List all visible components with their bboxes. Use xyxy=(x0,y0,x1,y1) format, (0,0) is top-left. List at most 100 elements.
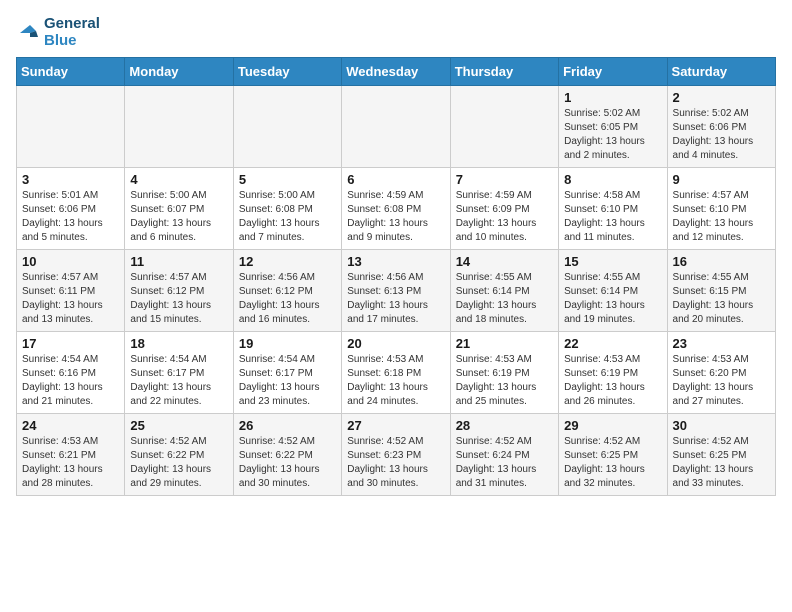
day-info: Sunrise: 4:57 AM Sunset: 6:11 PM Dayligh… xyxy=(22,271,119,327)
day-number: 5 xyxy=(239,172,336,187)
day-cell: 28 Sunrise: 4:52 AM Sunset: 6:24 PM Dayli… xyxy=(450,414,558,496)
day-number: 14 xyxy=(456,254,553,269)
day-info: Sunrise: 4:53 AM Sunset: 6:20 PM Dayligh… xyxy=(673,353,770,409)
day-cell: 16 Sunrise: 4:55 AM Sunset: 6:15 PM Dayli… xyxy=(667,250,775,332)
logo-bird-icon xyxy=(16,21,40,45)
logo: GeneralBlue xyxy=(16,16,100,49)
day-info: Sunrise: 4:53 AM Sunset: 6:19 PM Dayligh… xyxy=(456,353,553,409)
day-info: Sunrise: 4:56 AM Sunset: 6:13 PM Dayligh… xyxy=(347,271,444,327)
day-cell: 10 Sunrise: 4:57 AM Sunset: 6:11 PM Dayli… xyxy=(17,250,125,332)
day-cell: 17Sunrise: 4:54 AM Sunset: 6:16 PM Dayli… xyxy=(17,332,125,414)
week-row-2: 3 Sunrise: 5:01 AM Sunset: 6:06 PM Daylig… xyxy=(17,168,776,250)
day-cell: 12 Sunrise: 4:56 AM Sunset: 6:12 PM Dayli… xyxy=(233,250,341,332)
day-cell: 15Sunrise: 4:55 AM Sunset: 6:14 PM Dayli… xyxy=(559,250,667,332)
day-cell xyxy=(125,86,233,168)
day-cell: 21 Sunrise: 4:53 AM Sunset: 6:19 PM Dayli… xyxy=(450,332,558,414)
day-number: 23 xyxy=(673,336,770,351)
day-number: 2 xyxy=(673,90,770,105)
weekday-header-saturday: Saturday xyxy=(667,58,775,86)
day-cell: 6 Sunrise: 4:59 AM Sunset: 6:08 PM Daylig… xyxy=(342,168,450,250)
day-info: Sunrise: 5:02 AM Sunset: 6:06 PM Dayligh… xyxy=(673,107,770,163)
weekday-header-monday: Monday xyxy=(125,58,233,86)
day-cell: 4 Sunrise: 5:00 AM Sunset: 6:07 PM Daylig… xyxy=(125,168,233,250)
week-row-5: 24 Sunrise: 4:53 AM Sunset: 6:21 PM Dayli… xyxy=(17,414,776,496)
day-cell: 5 Sunrise: 5:00 AM Sunset: 6:08 PM Daylig… xyxy=(233,168,341,250)
week-row-1: 1 Sunrise: 5:02 AM Sunset: 6:05 PM Daylig… xyxy=(17,86,776,168)
day-info: Sunrise: 4:55 AM Sunset: 6:14 PM Dayligh… xyxy=(456,271,553,327)
day-info: Sunrise: 4:53 AM Sunset: 6:21 PM Dayligh… xyxy=(22,435,119,491)
day-cell: 23 Sunrise: 4:53 AM Sunset: 6:20 PM Dayli… xyxy=(667,332,775,414)
day-info: Sunrise: 5:00 AM Sunset: 6:07 PM Dayligh… xyxy=(130,189,227,245)
weekday-header-sunday: Sunday xyxy=(17,58,125,86)
day-info: Sunrise: 4:52 AM Sunset: 6:24 PM Dayligh… xyxy=(456,435,553,491)
day-number: 16 xyxy=(673,254,770,269)
day-info: Sunrise: 4:52 AM Sunset: 6:25 PM Dayligh… xyxy=(564,435,661,491)
day-number: 30 xyxy=(673,418,770,433)
day-info: Sunrise: 4:53 AM Sunset: 6:18 PM Dayligh… xyxy=(347,353,444,409)
day-info: Sunrise: 4:56 AM Sunset: 6:12 PM Dayligh… xyxy=(239,271,336,327)
day-info: Sunrise: 4:52 AM Sunset: 6:22 PM Dayligh… xyxy=(130,435,227,491)
day-number: 6 xyxy=(347,172,444,187)
weekday-header-row: SundayMondayTuesdayWednesdayThursdayFrid… xyxy=(17,58,776,86)
day-cell: 30 Sunrise: 4:52 AM Sunset: 6:25 PM Dayli… xyxy=(667,414,775,496)
weekday-header-tuesday: Tuesday xyxy=(233,58,341,86)
day-number: 24 xyxy=(22,418,119,433)
day-info: Sunrise: 4:54 AM Sunset: 6:17 PM Dayligh… xyxy=(239,353,336,409)
day-info: Sunrise: 4:54 AM Sunset: 6:17 PM Dayligh… xyxy=(130,353,227,409)
day-cell: 29 Sunrise: 4:52 AM Sunset: 6:25 PM Dayli… xyxy=(559,414,667,496)
day-cell: 14 Sunrise: 4:55 AM Sunset: 6:14 PM Dayli… xyxy=(450,250,558,332)
day-cell xyxy=(17,86,125,168)
day-cell: 25 Sunrise: 4:52 AM Sunset: 6:22 PM Dayli… xyxy=(125,414,233,496)
day-number: 29 xyxy=(564,418,661,433)
weekday-header-friday: Friday xyxy=(559,58,667,86)
page-header: GeneralBlue xyxy=(16,16,776,49)
day-cell: 27Sunrise: 4:52 AM Sunset: 6:23 PM Dayli… xyxy=(342,414,450,496)
logo-general: General xyxy=(44,16,100,33)
day-cell xyxy=(233,86,341,168)
day-info: Sunrise: 5:01 AM Sunset: 6:06 PM Dayligh… xyxy=(22,189,119,245)
day-number: 28 xyxy=(456,418,553,433)
day-number: 3 xyxy=(22,172,119,187)
day-number: 19 xyxy=(239,336,336,351)
day-cell: 18 Sunrise: 4:54 AM Sunset: 6:17 PM Dayli… xyxy=(125,332,233,414)
day-info: Sunrise: 5:02 AM Sunset: 6:05 PM Dayligh… xyxy=(564,107,661,163)
day-cell: 2 Sunrise: 5:02 AM Sunset: 6:06 PM Daylig… xyxy=(667,86,775,168)
day-cell: 19 Sunrise: 4:54 AM Sunset: 6:17 PM Dayli… xyxy=(233,332,341,414)
day-number: 7 xyxy=(456,172,553,187)
day-cell: 9Sunrise: 4:57 AM Sunset: 6:10 PM Daylig… xyxy=(667,168,775,250)
day-cell: 22 Sunrise: 4:53 AM Sunset: 6:19 PM Dayli… xyxy=(559,332,667,414)
day-number: 25 xyxy=(130,418,227,433)
day-number: 20 xyxy=(347,336,444,351)
day-info: Sunrise: 4:52 AM Sunset: 6:25 PM Dayligh… xyxy=(673,435,770,491)
day-cell: 13Sunrise: 4:56 AM Sunset: 6:13 PM Dayli… xyxy=(342,250,450,332)
day-cell: 20 Sunrise: 4:53 AM Sunset: 6:18 PM Dayli… xyxy=(342,332,450,414)
day-info: Sunrise: 4:59 AM Sunset: 6:09 PM Dayligh… xyxy=(456,189,553,245)
day-number: 4 xyxy=(130,172,227,187)
day-number: 21 xyxy=(456,336,553,351)
day-cell: 24 Sunrise: 4:53 AM Sunset: 6:21 PM Dayli… xyxy=(17,414,125,496)
day-info: Sunrise: 4:52 AM Sunset: 6:22 PM Dayligh… xyxy=(239,435,336,491)
day-number: 12 xyxy=(239,254,336,269)
day-cell xyxy=(450,86,558,168)
day-number: 26 xyxy=(239,418,336,433)
day-cell: 7 Sunrise: 4:59 AM Sunset: 6:09 PM Daylig… xyxy=(450,168,558,250)
day-number: 18 xyxy=(130,336,227,351)
day-info: Sunrise: 4:52 AM Sunset: 6:23 PM Dayligh… xyxy=(347,435,444,491)
day-cell: 26 Sunrise: 4:52 AM Sunset: 6:22 PM Dayli… xyxy=(233,414,341,496)
day-cell: 3 Sunrise: 5:01 AM Sunset: 6:06 PM Daylig… xyxy=(17,168,125,250)
day-info: Sunrise: 4:57 AM Sunset: 6:12 PM Dayligh… xyxy=(130,271,227,327)
day-info: Sunrise: 4:59 AM Sunset: 6:08 PM Dayligh… xyxy=(347,189,444,245)
week-row-3: 10 Sunrise: 4:57 AM Sunset: 6:11 PM Dayli… xyxy=(17,250,776,332)
day-number: 11 xyxy=(130,254,227,269)
day-cell: 11 Sunrise: 4:57 AM Sunset: 6:12 PM Dayli… xyxy=(125,250,233,332)
day-info: Sunrise: 4:53 AM Sunset: 6:19 PM Dayligh… xyxy=(564,353,661,409)
day-info: Sunrise: 4:57 AM Sunset: 6:10 PM Dayligh… xyxy=(673,189,770,245)
day-info: Sunrise: 4:55 AM Sunset: 6:15 PM Dayligh… xyxy=(673,271,770,327)
day-number: 10 xyxy=(22,254,119,269)
day-number: 1 xyxy=(564,90,661,105)
day-info: Sunrise: 5:00 AM Sunset: 6:08 PM Dayligh… xyxy=(239,189,336,245)
calendar: SundayMondayTuesdayWednesdayThursdayFrid… xyxy=(16,57,776,496)
day-info: Sunrise: 4:58 AM Sunset: 6:10 PM Dayligh… xyxy=(564,189,661,245)
day-info: Sunrise: 4:55 AM Sunset: 6:14 PM Dayligh… xyxy=(564,271,661,327)
day-number: 22 xyxy=(564,336,661,351)
